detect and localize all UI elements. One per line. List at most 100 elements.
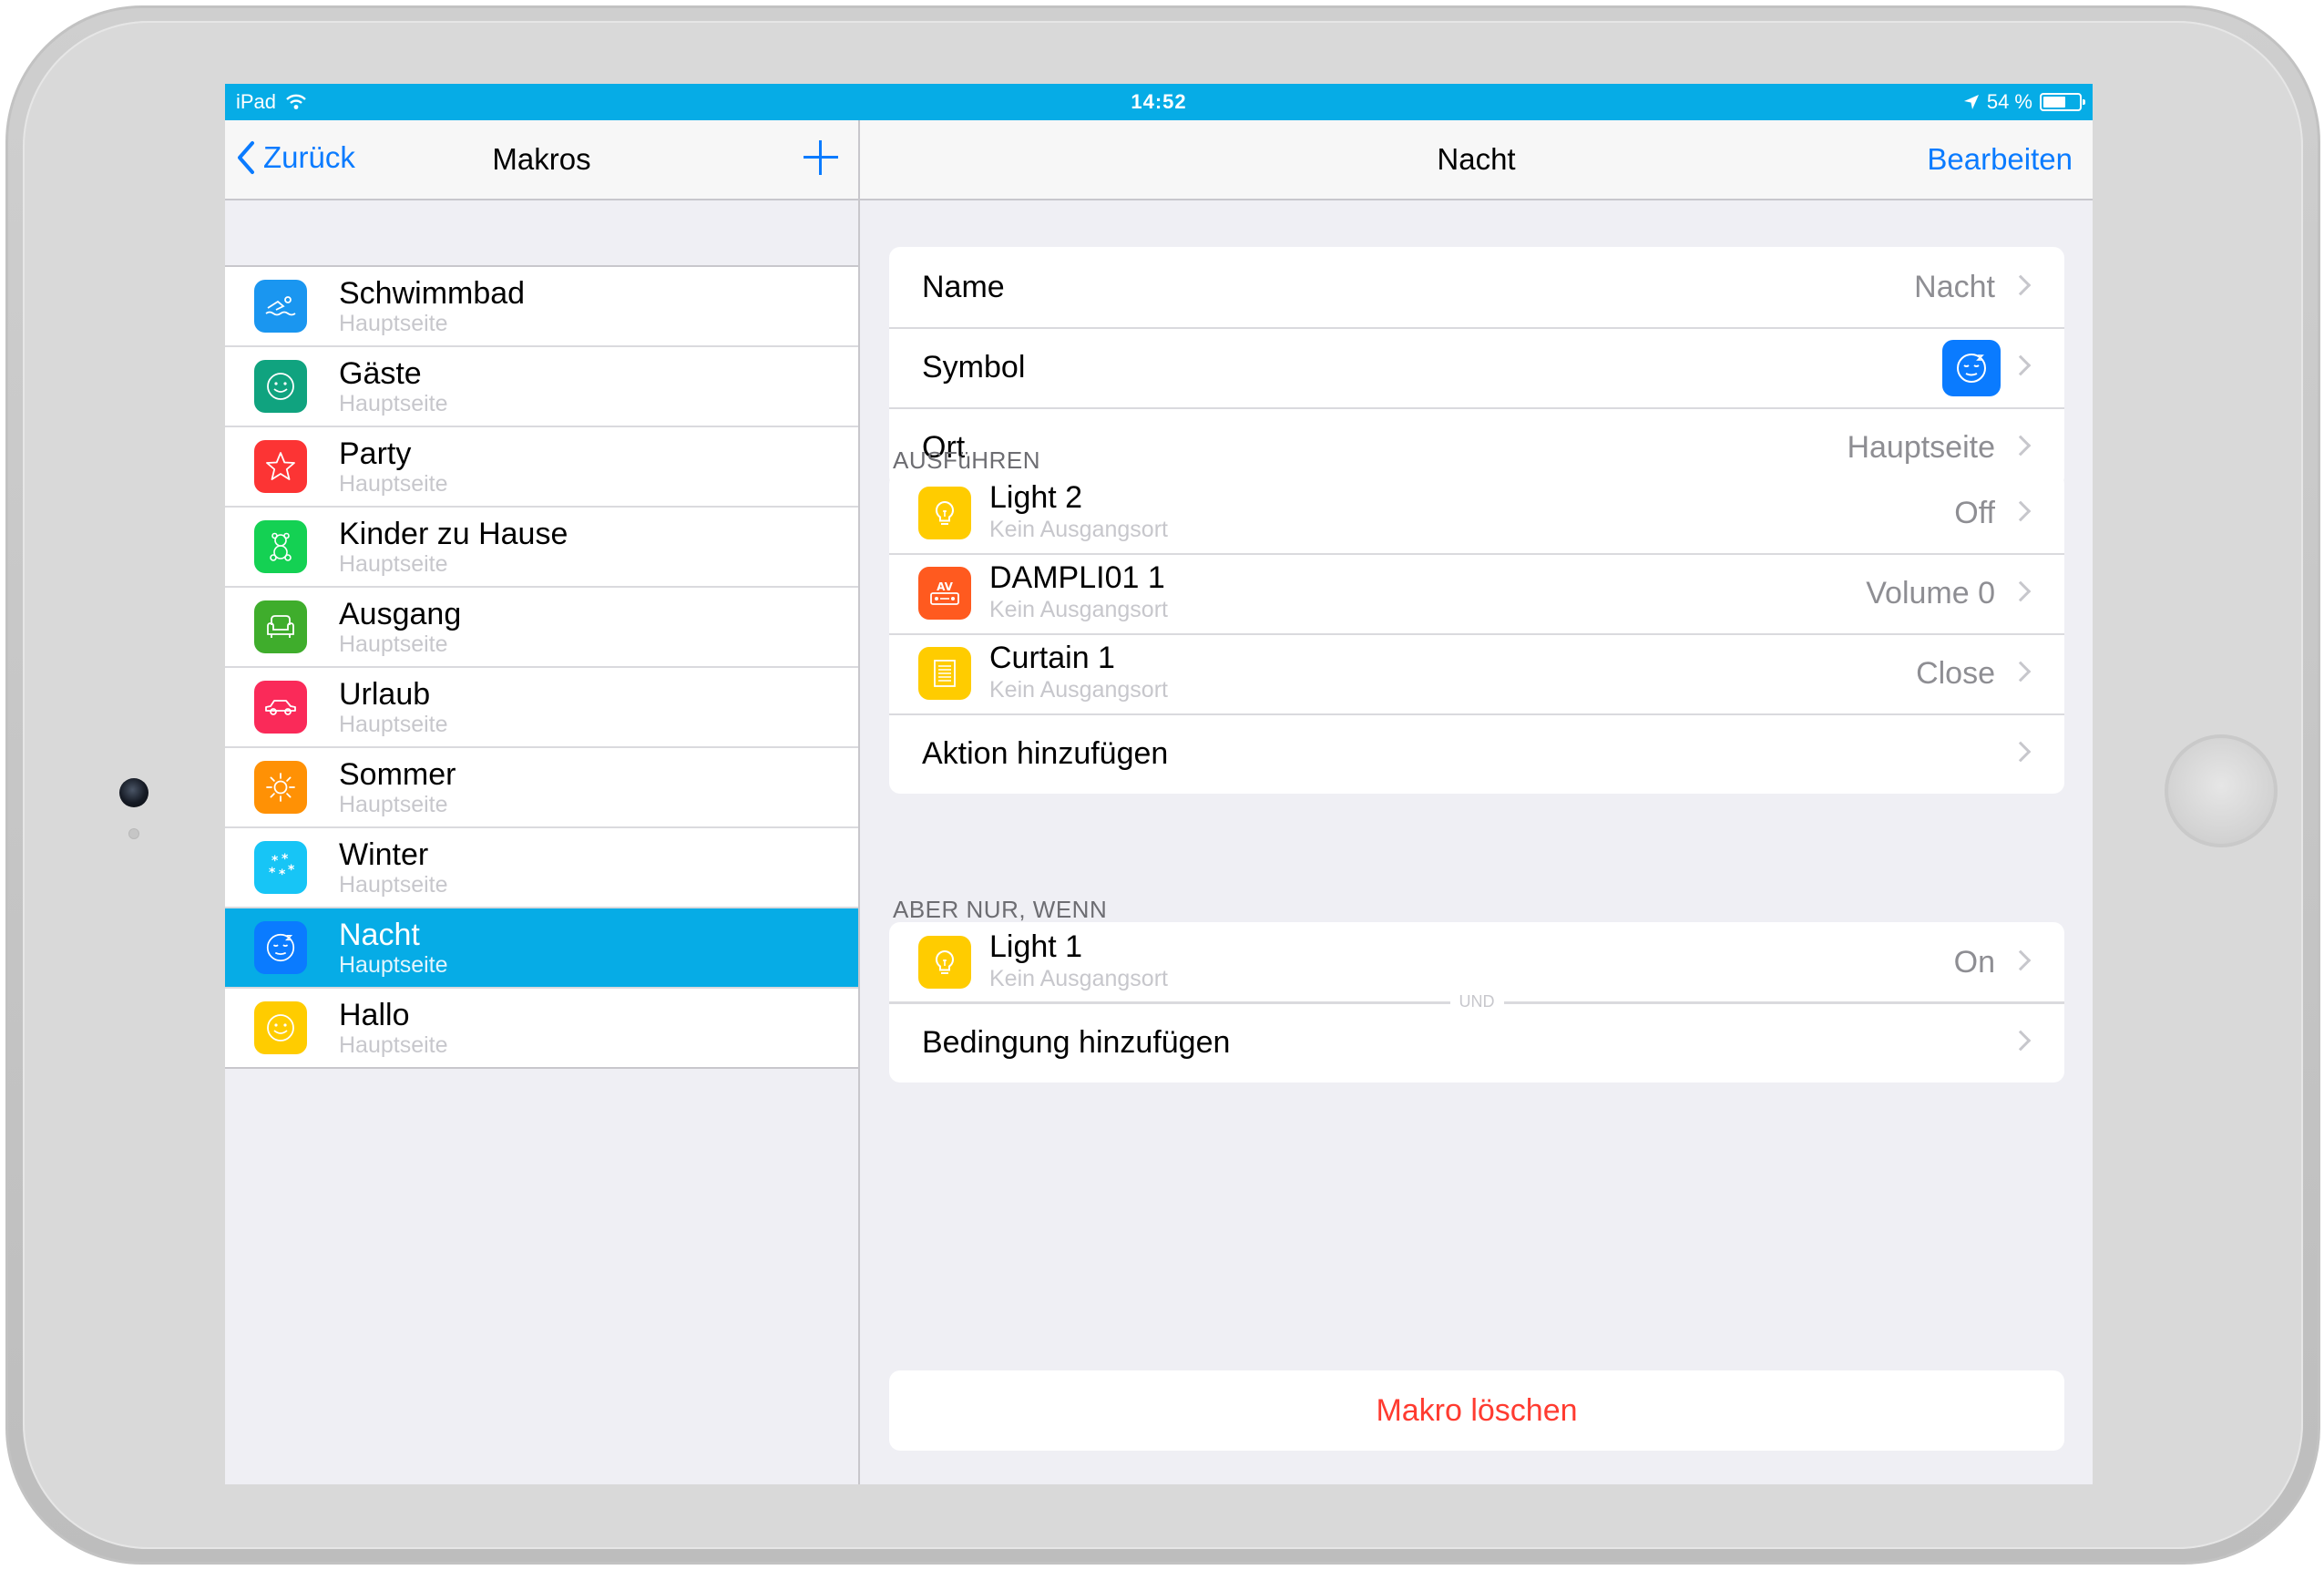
svg-text:*: * [269, 866, 276, 880]
action-value: Off [1954, 496, 1995, 530]
actions-group: Light 2 Kein Ausgangsort Off AV DAMPLI01… [889, 473, 2064, 794]
curtain-icon [918, 647, 971, 700]
delete-macro-button[interactable]: Makro löschen [889, 1370, 2064, 1451]
macro-name: Kinder zu Hause [339, 517, 568, 551]
light-bulb-icon [918, 936, 971, 989]
macro-item[interactable]: Party Hauptseite [225, 427, 858, 508]
symbol-label: Symbol [922, 350, 1026, 385]
action-title: DAMPLI01 1 [989, 560, 1165, 595]
edit-button[interactable]: Bearbeiten [1927, 142, 2073, 177]
add-condition-label: Bedingung hinzufügen [922, 1025, 1231, 1060]
macro-subtitle: Hauptseite [339, 551, 448, 577]
action-subtitle: Kein Ausgangsort [989, 597, 1168, 622]
light-bulb-icon [918, 487, 971, 539]
macro-name: Sommer [339, 757, 456, 792]
smiley-icon [254, 360, 307, 413]
swimmer-icon [254, 280, 307, 333]
macro-name: Gäste [339, 356, 422, 391]
status-bar: iPad 14:52 54 % [225, 84, 2093, 120]
macro-list: Schwimmbad Hauptseite Gäste Hauptseite Party… [225, 265, 858, 1069]
macro-subtitle: Hauptseite [339, 631, 448, 657]
add-action-label: Aktion hinzufügen [922, 736, 1169, 771]
av-receiver-icon: AV [918, 567, 971, 620]
teddy-bear-icon [254, 520, 307, 573]
macro-subtitle: Hauptseite [339, 792, 448, 817]
action-row[interactable]: AV DAMPLI01 1 Kein Ausgangsort Volume 0 [889, 553, 2064, 633]
macro-item[interactable]: * * * * * Winter Hauptseite [225, 828, 858, 908]
plus-icon [804, 140, 838, 175]
battery-percent: 54 % [1986, 90, 2032, 113]
svg-text:AV: AV [937, 580, 953, 593]
condition-section-header: ABER NUR, WENN [893, 896, 1108, 923]
chevron-right-icon [2010, 1030, 2032, 1052]
chevron-right-icon [2010, 354, 2032, 376]
chevron-right-icon [2010, 580, 2032, 602]
action-subtitle: Kein Ausgangsort [989, 517, 1168, 542]
execute-section-header: AUSFüHREN [893, 446, 1040, 474]
delete-group: Makro löschen [889, 1370, 2064, 1451]
detail-title: Nacht [1437, 142, 1516, 176]
action-row[interactable]: Curtain 1 Kein Ausgangsort Close [889, 633, 2064, 713]
back-label: Zurück [263, 140, 355, 174]
sun-icon [254, 761, 307, 814]
macro-list-panel: Zurück Makros Schwimmbad Hauptseite Gäste H… [225, 120, 860, 1484]
macro-name: Urlaub [339, 677, 431, 712]
action-value: Close [1916, 656, 1995, 691]
action-row[interactable]: Light 2 Kein Ausgangsort Off [889, 473, 2064, 553]
macro-item[interactable]: Ausgang Hauptseite [225, 588, 858, 668]
macro-subtitle: Hauptseite [339, 872, 448, 898]
screen: iPad 14:52 54 % Zurück Makros Schwimmbad… [225, 84, 2093, 1484]
conditions-group: Light 1 Kein Ausgangsort On UND Bedingun… [889, 922, 2064, 1083]
master-navbar: Zurück Makros [225, 120, 858, 200]
sleeping-face-icon [254, 921, 307, 974]
macro-name: Party [339, 436, 412, 471]
back-button[interactable]: Zurück [236, 140, 355, 175]
macro-item[interactable]: Sommer Hauptseite [225, 748, 858, 828]
symbol-row[interactable]: Symbol [889, 327, 2064, 407]
condition-title: Light 1 [989, 929, 1083, 964]
macro-name: Ausgang [339, 597, 462, 631]
macro-item[interactable]: Kinder zu Hause Hauptseite [225, 508, 858, 588]
macro-name: Schwimmbad [339, 276, 526, 311]
condition-row[interactable]: Light 1 Kein Ausgangsort On [889, 922, 2064, 1002]
car-icon [254, 681, 307, 734]
macro-name: Winter [339, 837, 429, 872]
location-arrow-icon [1963, 95, 1979, 109]
properties-group: Name Nacht Symbol Ort Hauptseite [889, 247, 2064, 487]
clock: 14:52 [1131, 90, 1187, 113]
svg-text:*: * [288, 863, 295, 877]
battery-icon [2040, 93, 2085, 111]
svg-text:*: * [279, 867, 286, 882]
smiley-icon [254, 1001, 307, 1054]
name-label: Name [922, 270, 1005, 304]
condition-subtitle: Kein Ausgangsort [989, 966, 1168, 991]
name-row[interactable]: Name Nacht [889, 247, 2064, 327]
add-macro-button[interactable] [804, 140, 838, 175]
star-icon [254, 440, 307, 493]
add-condition-row[interactable]: UND Bedingung hinzufügen [889, 992, 2064, 1083]
macro-item[interactable]: Gäste Hauptseite [225, 347, 858, 427]
action-subtitle: Kein Ausgangsort [989, 677, 1168, 703]
macro-item[interactable]: Schwimmbad Hauptseite [225, 267, 858, 347]
chevron-right-icon [2010, 661, 2032, 682]
sleeping-face-icon [1942, 340, 2001, 396]
camera-icon [119, 778, 148, 807]
chevron-right-icon [2010, 500, 2032, 522]
detail-navbar: Nacht Bearbeiten [860, 120, 2093, 200]
macro-item[interactable]: Nacht Hauptseite [225, 908, 858, 989]
macro-subtitle: Hauptseite [339, 1032, 448, 1058]
macro-subtitle: Hauptseite [339, 471, 448, 497]
macro-name: Hallo [339, 998, 410, 1032]
macro-item[interactable]: Urlaub Hauptseite [225, 668, 858, 748]
add-action-row[interactable]: Aktion hinzufügen [889, 713, 2064, 794]
macro-name: Nacht [339, 918, 420, 952]
chevron-left-icon [238, 141, 254, 174]
macro-subtitle: Hauptseite [339, 712, 448, 737]
condition-value: On [1953, 945, 1995, 980]
chevron-right-icon [2010, 274, 2032, 296]
home-button[interactable] [2165, 734, 2278, 847]
macro-item[interactable]: Hallo Hauptseite [225, 989, 858, 1069]
location-value: Hauptseite [1847, 430, 1995, 465]
armchair-icon [254, 600, 307, 653]
name-value: Nacht [1914, 270, 1995, 304]
